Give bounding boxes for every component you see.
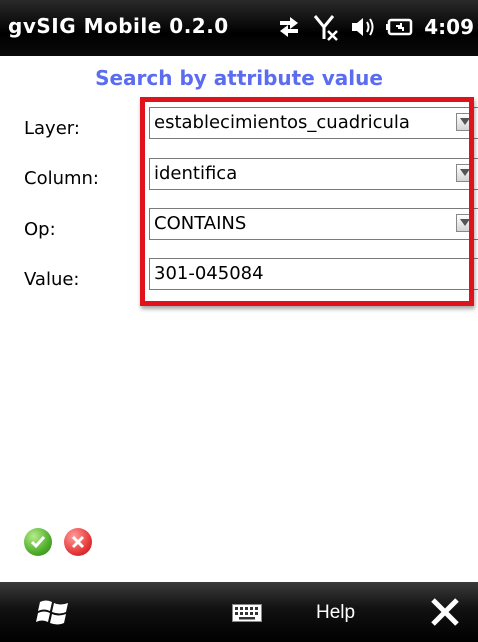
layer-label: Layer: <box>24 118 80 139</box>
close-icon <box>71 535 85 549</box>
page-title: Search by attribute value <box>95 66 383 90</box>
help-button[interactable]: Help <box>316 602 355 624</box>
ok-button[interactable] <box>24 528 52 556</box>
volume-icon[interactable] <box>350 14 376 40</box>
cancel-button[interactable] <box>64 528 92 556</box>
clock[interactable]: 4:09 <box>424 15 474 39</box>
keyboard-icon[interactable] <box>232 604 262 626</box>
status-icons: 4:09 <box>276 10 474 44</box>
close-icon[interactable] <box>428 595 462 633</box>
windows-start-icon[interactable] <box>36 596 72 632</box>
value-label: Value: <box>24 269 80 290</box>
status-bar: gvSIG Mobile 0.2.0 4:09 <box>0 0 478 56</box>
signal-off-icon[interactable] <box>312 13 340 41</box>
app-title: gvSIG Mobile 0.2.0 <box>8 14 229 38</box>
bottom-bar: Help <box>0 582 478 642</box>
battery-icon[interactable] <box>386 16 414 38</box>
checkmark-icon <box>30 536 46 549</box>
highlight-frame <box>140 97 474 306</box>
op-label: Op: <box>24 219 56 240</box>
column-label: Column: <box>24 168 99 189</box>
data-connection-icon[interactable] <box>276 14 302 40</box>
